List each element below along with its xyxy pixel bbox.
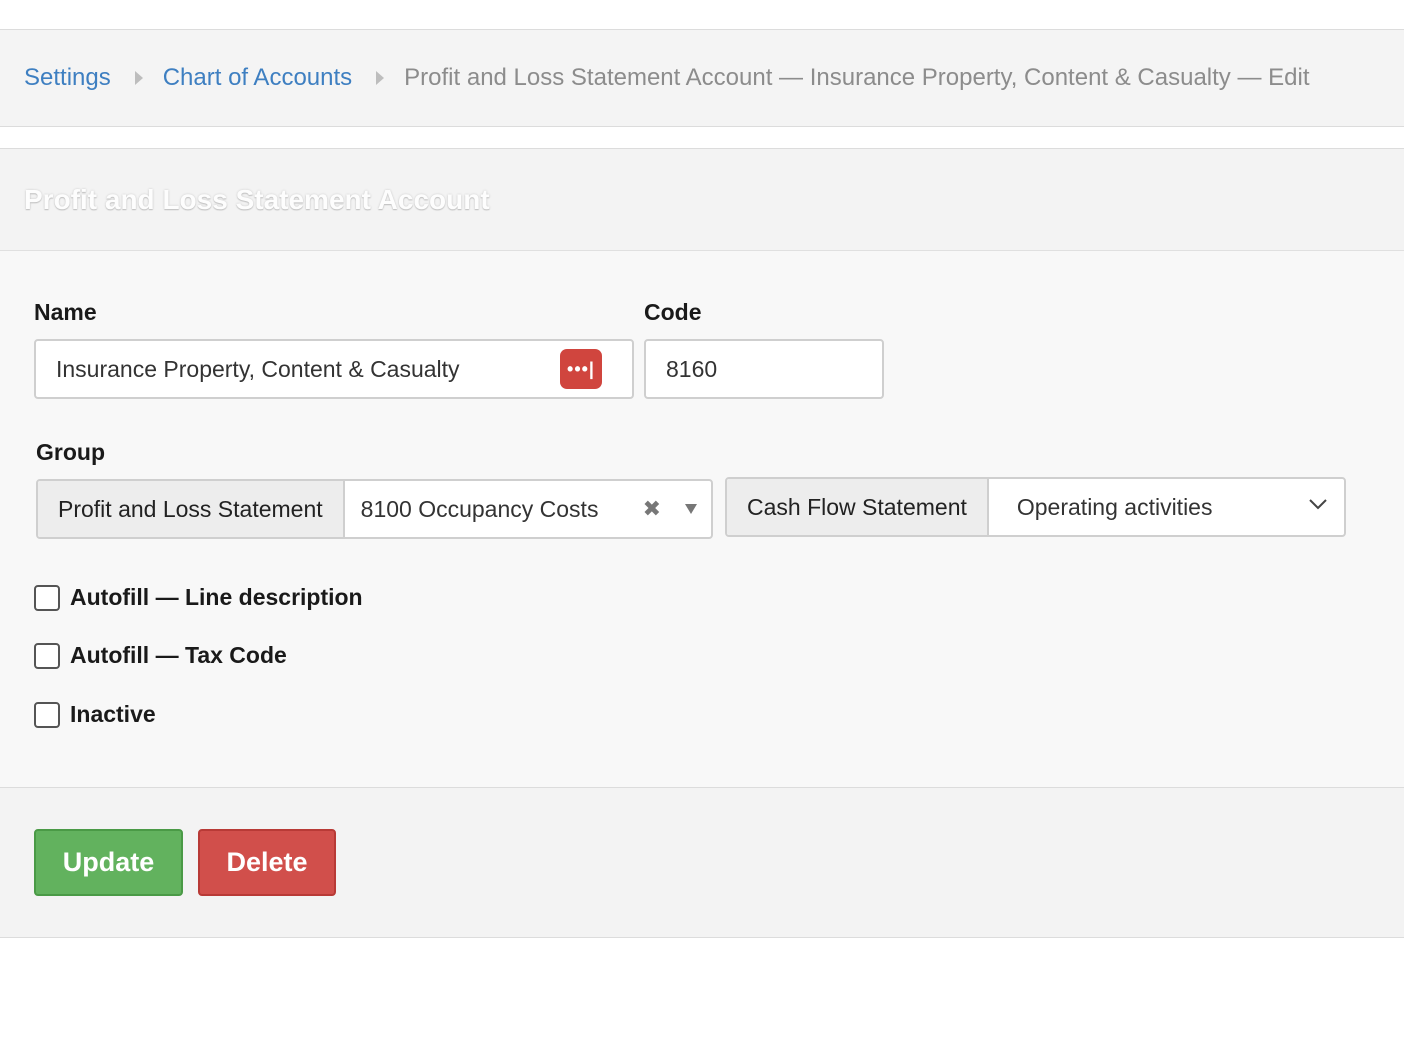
- cashflow-select[interactable]: Operating activities: [989, 479, 1344, 535]
- cashflow-addon: Cash Flow Statement: [727, 479, 989, 535]
- breadcrumb-chart-of-accounts-link[interactable]: Chart of Accounts: [163, 64, 352, 92]
- password-manager-icon[interactable]: •••|: [560, 349, 602, 389]
- checkbox-label: Autofill — Tax Code: [70, 642, 287, 668]
- checkbox-label: Inactive: [70, 701, 156, 727]
- group-select[interactable]: 8100 Occupancy Costs ✖: [345, 481, 711, 537]
- code-field[interactable]: 8160: [644, 339, 884, 399]
- cashflow-select-value: Operating activities: [1016, 493, 1213, 520]
- group-select-value: 8100 Occupancy Costs: [360, 495, 599, 522]
- name-field-value: Insurance Property, Content & Casualty: [56, 355, 460, 382]
- group-addon: Profit and Loss Statement: [38, 481, 345, 537]
- chevron-down-icon[interactable]: [1308, 497, 1328, 511]
- form-actions: Update Delete: [0, 787, 1404, 937]
- update-button[interactable]: Update: [34, 829, 183, 896]
- triangle-right-icon: [376, 71, 385, 85]
- checkbox-box[interactable]: [34, 701, 60, 728]
- checkbox-box[interactable]: [34, 642, 60, 669]
- clear-icon[interactable]: ✖: [643, 496, 661, 522]
- checkbox-box[interactable]: [34, 584, 60, 611]
- group-input-group: Profit and Loss Statement 8100 Occupancy…: [36, 479, 713, 539]
- breadcrumb-current: Profit and Loss Statement Account — Insu…: [404, 64, 1310, 91]
- panel-title: Profit and Loss Statement Account: [24, 183, 490, 215]
- breadcrumb-settings-link[interactable]: Settings: [24, 64, 111, 92]
- code-label: Code: [644, 299, 702, 325]
- cashflow-input-group: Cash Flow Statement Operating activities: [725, 477, 1346, 537]
- panel-header: Profit and Loss Statement Account: [0, 149, 1404, 251]
- breadcrumb: Settings Chart of Accounts Profit and Lo…: [0, 29, 1404, 127]
- triangle-right-icon: [134, 71, 143, 85]
- autofill-line-description-checkbox[interactable]: Autofill — Line description: [34, 584, 363, 611]
- triangle-down-icon[interactable]: [685, 504, 697, 514]
- name-label: Name: [34, 299, 97, 325]
- autofill-tax-code-checkbox[interactable]: Autofill — Tax Code: [34, 642, 287, 669]
- code-field-value: 8160: [666, 355, 718, 382]
- account-edit-panel: Profit and Loss Statement Account Name I…: [0, 148, 1404, 938]
- name-field[interactable]: Insurance Property, Content & Casualty •…: [34, 339, 634, 399]
- checkbox-label: Autofill — Line description: [70, 584, 363, 610]
- delete-button[interactable]: Delete: [198, 829, 336, 896]
- inactive-checkbox[interactable]: Inactive: [34, 701, 156, 728]
- group-label: Group: [36, 439, 105, 465]
